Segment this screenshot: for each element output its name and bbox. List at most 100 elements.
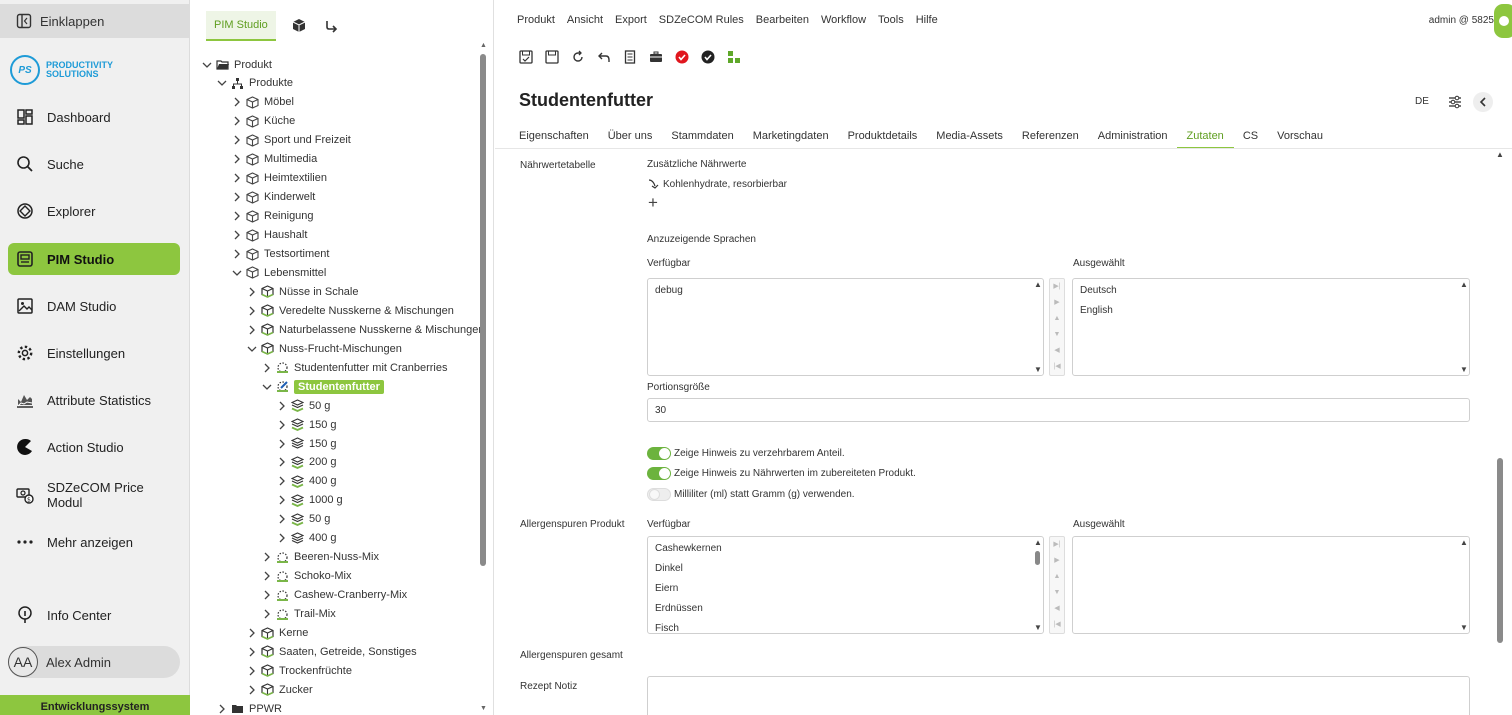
move-right-button[interactable]: ▶ <box>1050 295 1064 311</box>
chevron-right-icon[interactable] <box>262 552 272 562</box>
tree-item[interactable]: PPWR <box>217 699 282 715</box>
menu-sdzecom-rules[interactable]: SDZeCOM Rules <box>659 14 744 26</box>
chevron-right-icon[interactable] <box>232 173 242 183</box>
tree-item[interactable]: 400 g <box>277 472 337 491</box>
menu-workflow[interactable]: Workflow <box>821 14 866 26</box>
tree-item[interactable]: Haushalt <box>232 226 307 245</box>
tree-item[interactable]: 50 g <box>277 396 330 415</box>
document-button[interactable] <box>621 48 639 66</box>
chevron-right-icon[interactable] <box>277 533 287 543</box>
move-all-right-button[interactable]: ▶| <box>1050 279 1064 295</box>
move-all-left-button[interactable]: |◀ <box>1050 617 1064 633</box>
workflow-button[interactable] <box>725 48 743 66</box>
tree-item[interactable]: 400 g <box>277 529 337 548</box>
tree-item[interactable]: 150 g <box>277 434 337 453</box>
chevron-right-icon[interactable] <box>232 154 242 164</box>
tree-item[interactable]: Küche <box>232 112 295 131</box>
portion-input[interactable]: 30 <box>647 398 1470 422</box>
briefcase-button[interactable] <box>647 48 665 66</box>
move-right-button[interactable]: ▶ <box>1050 553 1064 569</box>
tree-item[interactable]: Heimtextilien <box>232 169 327 188</box>
chevron-right-icon[interactable] <box>232 192 242 202</box>
move-all-left-button[interactable]: |◀ <box>1050 359 1064 375</box>
chevron-right-icon[interactable] <box>262 590 272 600</box>
move-up-button[interactable]: ▲ <box>1050 311 1064 327</box>
tree-item[interactable]: Beeren-Nuss-Mix <box>262 548 379 567</box>
tab-produktdetails[interactable]: Produktdetails <box>848 125 918 149</box>
undo-button[interactable] <box>595 48 613 66</box>
tree-item[interactable]: Cashew-Cranberry-Mix <box>262 586 407 605</box>
tree-item[interactable]: Nüsse in Schale <box>247 282 359 301</box>
tab-vorschau[interactable]: Vorschau <box>1277 125 1323 149</box>
check-black-button[interactable] <box>699 48 717 66</box>
chevron-right-icon[interactable] <box>247 647 257 657</box>
list-scrollbar[interactable]: ▲ ▼ <box>1033 537 1043 633</box>
tree-item[interactable]: 50 g <box>277 510 330 529</box>
nav-item-attribute-statistics[interactable]: Attribute Statistics <box>8 384 180 416</box>
save-check-button[interactable] <box>517 48 535 66</box>
sprachen-available-list[interactable]: debug ▲ ▼ <box>647 278 1044 376</box>
menu-produkt[interactable]: Produkt <box>517 14 555 26</box>
back-button[interactable] <box>1473 92 1493 112</box>
allergen-selected-list[interactable]: ▲ ▼ <box>1072 536 1470 634</box>
list-item[interactable]: English <box>1073 301 1469 321</box>
chevron-right-icon[interactable] <box>277 401 287 411</box>
list-scrollbar[interactable]: ▲ ▼ <box>1459 279 1469 375</box>
menu-tools[interactable]: Tools <box>878 14 904 26</box>
reload-button[interactable] <box>569 48 587 66</box>
menu-ansicht[interactable]: Ansicht <box>567 14 603 26</box>
chevron-right-icon[interactable] <box>232 116 242 126</box>
check-red-button[interactable] <box>673 48 691 66</box>
tree-item[interactable]: Trail-Mix <box>262 605 336 624</box>
tree-item[interactable]: Zucker <box>247 680 313 699</box>
chevron-down-icon[interactable] <box>247 344 257 354</box>
language-selector[interactable]: DE <box>1415 96 1429 107</box>
tree-item[interactable]: Veredelte Nusskerne & Mischungen <box>247 301 454 320</box>
add-naehrwert-button[interactable]: + <box>648 193 658 213</box>
chevron-down-icon[interactable] <box>262 382 272 392</box>
tree-item[interactable]: Kerne <box>247 624 308 643</box>
tab--ber-uns[interactable]: Über uns <box>608 125 653 149</box>
nav-item-einstellungen[interactable]: Einstellungen <box>8 337 180 369</box>
chevron-down-icon[interactable] <box>217 78 227 88</box>
chevron-right-icon[interactable] <box>247 628 257 638</box>
tree-item[interactable]: 200 g <box>277 453 337 472</box>
toggle-zubereitet[interactable] <box>647 467 671 480</box>
tab-referenzen[interactable]: Referenzen <box>1022 125 1079 149</box>
tree-item[interactable]: Naturbelassene Nusskerne & Mischungen <box>247 320 484 339</box>
list-item[interactable]: Eiern <box>648 579 1043 599</box>
move-down-button[interactable]: ▼ <box>1050 327 1064 343</box>
toggle-verzehrbar[interactable] <box>647 447 671 460</box>
list-item[interactable]: debug <box>648 281 1043 301</box>
list-item[interactable]: Erdnüssen <box>648 599 1043 619</box>
tree-item[interactable]: Produkt <box>202 55 272 74</box>
tree-item[interactable]: Möbel <box>232 93 294 112</box>
tab-pim-studio[interactable]: PIM Studio <box>206 11 276 41</box>
chevron-down-icon[interactable] <box>202 60 212 70</box>
settings-sliders-button[interactable] <box>1445 92 1465 112</box>
list-item[interactable]: Fisch <box>648 619 1043 633</box>
tree-item[interactable]: Studentenfutter <box>262 377 384 396</box>
chevron-right-icon[interactable] <box>277 476 287 486</box>
chevron-right-icon[interactable] <box>247 685 257 695</box>
chevron-right-icon[interactable] <box>232 135 242 145</box>
cube-tab-icon[interactable] <box>290 17 308 35</box>
tree-item[interactable]: Reinigung <box>232 207 314 226</box>
tab-marketingdaten[interactable]: Marketingdaten <box>753 125 829 149</box>
nav-item-dashboard[interactable]: Dashboard <box>8 101 180 133</box>
collapse-button[interactable]: Einklappen <box>0 4 190 38</box>
user-profile-button[interactable]: AA Alex Admin <box>8 646 180 678</box>
menu-export[interactable]: Export <box>615 14 647 26</box>
chevron-right-icon[interactable] <box>247 287 257 297</box>
chevron-right-icon[interactable] <box>232 249 242 259</box>
tab-cs[interactable]: CS <box>1243 125 1258 149</box>
tree-item[interactable]: Testsortiment <box>232 245 329 264</box>
tree-item[interactable]: Multimedia <box>232 150 317 169</box>
tree-item[interactable]: 150 g <box>277 415 337 434</box>
nav-item-info-center[interactable]: Info Center <box>8 599 180 631</box>
main-scroll-thumb[interactable] <box>1497 458 1503 643</box>
tab-administration[interactable]: Administration <box>1098 125 1168 149</box>
list-item[interactable]: Dinkel <box>648 559 1043 579</box>
tab-stammdaten[interactable]: Stammdaten <box>671 125 733 149</box>
tab-media-assets[interactable]: Media-Assets <box>936 125 1003 149</box>
